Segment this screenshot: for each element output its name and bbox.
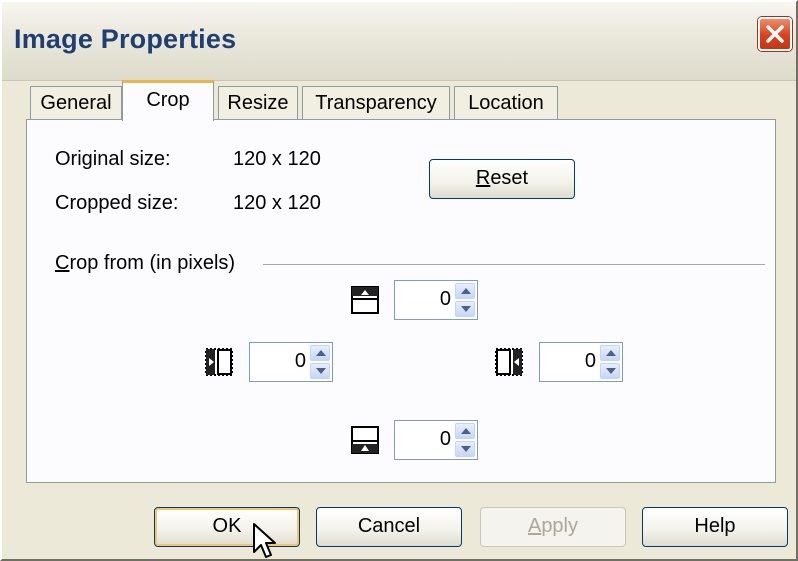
crop-right-spinner[interactable]: 0 bbox=[539, 342, 623, 382]
original-size-value: 120 x 120 bbox=[233, 148, 321, 170]
crop-bottom-spinner[interactable]: 0 bbox=[394, 420, 478, 460]
image-properties-dialog: Image Properties General Crop Resize Tra… bbox=[0, 0, 798, 561]
crop-left-value: 0 bbox=[294, 350, 306, 372]
original-size-label: Original size: bbox=[55, 148, 171, 170]
cancel-button[interactable]: Cancel bbox=[316, 507, 462, 547]
window-title: Image Properties bbox=[14, 24, 237, 54]
cropped-size-value: 120 x 120 bbox=[233, 192, 321, 214]
spin-up-arrow-icon bbox=[461, 428, 471, 434]
crop-right-down-button[interactable] bbox=[600, 363, 620, 379]
help-button[interactable]: Help bbox=[642, 507, 788, 547]
close-x-icon bbox=[766, 25, 784, 43]
spin-up-arrow-icon bbox=[461, 288, 471, 294]
crop-group-mnemonic: C bbox=[55, 252, 70, 274]
crop-top-icon bbox=[351, 286, 379, 314]
crop-top-arrows bbox=[455, 283, 475, 317]
crop-bottom-down-button[interactable] bbox=[455, 441, 475, 457]
crop-bottom-icon bbox=[351, 426, 379, 454]
spin-down-arrow-icon bbox=[461, 306, 471, 312]
crop-left-icon bbox=[205, 348, 233, 376]
ok-button[interactable]: OK bbox=[154, 507, 300, 547]
crop-left-down-button[interactable] bbox=[310, 363, 330, 379]
crop-left-up-button[interactable] bbox=[310, 345, 330, 361]
crop-tab-panel: Original size: 120 x 120 Cropped size: 1… bbox=[26, 119, 776, 483]
spin-up-arrow-icon bbox=[316, 350, 326, 356]
crop-top-spinner[interactable]: 0 bbox=[394, 280, 478, 320]
spin-down-arrow-icon bbox=[461, 446, 471, 452]
spin-down-arrow-icon bbox=[606, 368, 616, 374]
crop-group-text: rop from (in pixels) bbox=[69, 252, 236, 274]
group-divider bbox=[263, 264, 765, 266]
crop-top-value: 0 bbox=[439, 288, 451, 310]
crop-bottom-up-button[interactable] bbox=[455, 423, 475, 439]
tab-resize[interactable]: Resize bbox=[218, 86, 298, 120]
apply-button[interactable]: Apply bbox=[480, 507, 626, 547]
apply-mnemonic: A bbox=[527, 515, 542, 537]
mouse-pointer-icon bbox=[253, 523, 276, 558]
apply-label: pply bbox=[541, 515, 579, 537]
close-button[interactable] bbox=[758, 17, 792, 51]
crop-right-arrows bbox=[600, 345, 620, 379]
reset-mnemonic: R bbox=[475, 167, 491, 189]
crop-left-arrows bbox=[310, 345, 330, 379]
crop-right-value: 0 bbox=[584, 350, 596, 372]
crop-left-spinner[interactable]: 0 bbox=[249, 342, 333, 382]
spin-up-arrow-icon bbox=[606, 350, 616, 356]
tab-general[interactable]: General bbox=[30, 86, 122, 120]
title-bar[interactable]: Image Properties bbox=[2, 2, 796, 81]
crop-group-label: Crop from (in pixels) bbox=[55, 252, 235, 275]
crop-top-up-button[interactable] bbox=[455, 283, 475, 299]
crop-right-up-button[interactable] bbox=[600, 345, 620, 361]
crop-bottom-arrows bbox=[455, 423, 475, 457]
tab-crop[interactable]: Crop bbox=[122, 80, 214, 121]
tab-location[interactable]: Location bbox=[454, 86, 558, 120]
reset-label: eset bbox=[490, 167, 529, 189]
crop-right-icon bbox=[495, 348, 523, 376]
reset-button[interactable]: Reset bbox=[429, 159, 575, 199]
cropped-size-label: Cropped size: bbox=[55, 192, 179, 214]
crop-top-down-button[interactable] bbox=[455, 301, 475, 317]
tab-transparency[interactable]: Transparency bbox=[302, 86, 450, 120]
spin-down-arrow-icon bbox=[316, 368, 326, 374]
crop-bottom-value: 0 bbox=[439, 428, 451, 450]
